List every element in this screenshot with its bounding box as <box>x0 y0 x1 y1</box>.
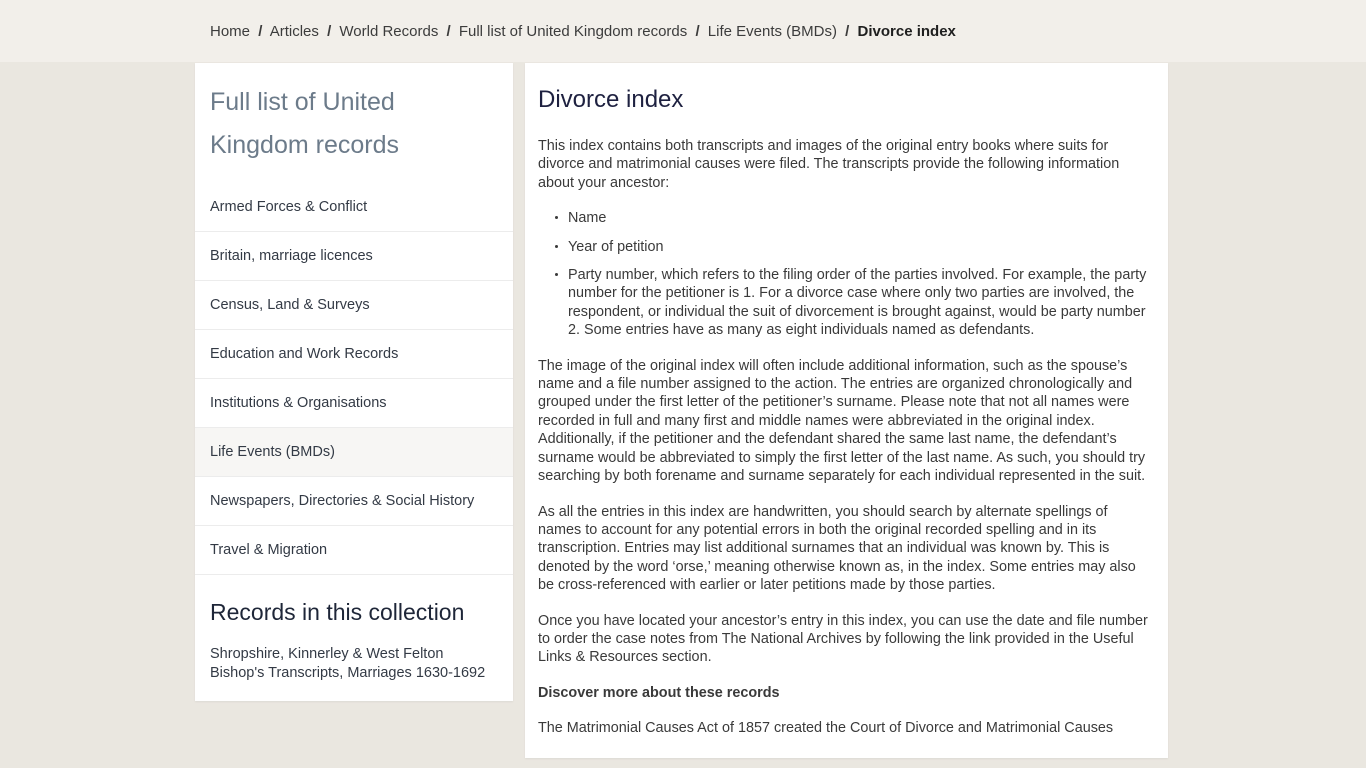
paragraph-original-index: The image of the original index will oft… <box>538 357 1146 485</box>
page-title: Divorce index <box>538 86 684 113</box>
sidebar: Full list of United Kingdom records Arme… <box>195 63 513 701</box>
transcript-fields-list: Name Year of petition Party number, whic… <box>538 209 1154 339</box>
paragraph-matrimonial-causes-act: The Matrimonial Causes Act of 1857 creat… <box>538 720 1114 737</box>
breadcrumb-separator: / <box>845 23 850 40</box>
sidebar-item-marriage-licences[interactable]: Britain, marriage licences <box>195 231 513 280</box>
intro-paragraph: This index contains both transcripts and… <box>538 138 1120 191</box>
sidebar-item-census-land-surveys[interactable]: Census, Land & Surveys <box>195 280 513 329</box>
breadcrumb-item-articles[interactable]: Articles <box>270 23 319 40</box>
main-content-panel: Divorce index This index contains both t… <box>525 63 1168 758</box>
collection-list: Shropshire, Kinnerley & West Felton Bish… <box>195 637 513 699</box>
breadcrumb-separator: / <box>446 23 451 40</box>
sidebar-heading: Full list of United Kingdom records <box>210 88 399 159</box>
breadcrumb-item-current: Divorce index <box>857 23 956 40</box>
sidebar-item-newspapers[interactable]: Newspapers, Directories & Social History <box>195 476 513 525</box>
sidebar-item-armed-forces[interactable]: Armed Forces & Conflict <box>195 183 513 231</box>
sidebar-item-life-events[interactable]: Life Events (BMDs) <box>195 427 513 476</box>
paragraph-case-notes: Once you have located your ancestor’s en… <box>538 612 1148 666</box>
breadcrumb-separator: / <box>258 23 263 40</box>
list-item: Year of petition <box>555 238 1154 256</box>
breadcrumb-item-home[interactable]: Home <box>210 23 250 40</box>
sidebar-item-institutions[interactable]: Institutions & Organisations <box>195 378 513 427</box>
breadcrumb-separator: / <box>695 23 700 40</box>
breadcrumb-separator: / <box>327 23 332 40</box>
breadcrumb: Home / Articles / World Records / Full l… <box>210 22 956 42</box>
discover-more-heading: Discover more about these records <box>538 684 780 701</box>
breadcrumb-item-life-events[interactable]: Life Events (BMDs) <box>708 23 837 40</box>
sidebar-item-travel-migration[interactable]: Travel & Migration <box>195 525 513 574</box>
breadcrumb-item-uk-records[interactable]: Full list of United Kingdom records <box>459 23 687 40</box>
breadcrumb-item-world-records[interactable]: World Records <box>339 23 438 40</box>
sidebar-nav-list: Armed Forces & Conflict Britain, marriag… <box>195 183 513 574</box>
collection-heading: Records in this collection <box>195 574 513 637</box>
paragraph-handwritten-entries: As all the entries in this index are han… <box>538 503 1136 594</box>
list-item: Party number, which refers to the filing… <box>555 266 1154 340</box>
sidebar-item-education-work[interactable]: Education and Work Records <box>195 329 513 378</box>
list-item: Name <box>555 209 1154 227</box>
collection-item-shropshire[interactable]: Shropshire, Kinnerley & West Felton Bish… <box>195 637 513 699</box>
